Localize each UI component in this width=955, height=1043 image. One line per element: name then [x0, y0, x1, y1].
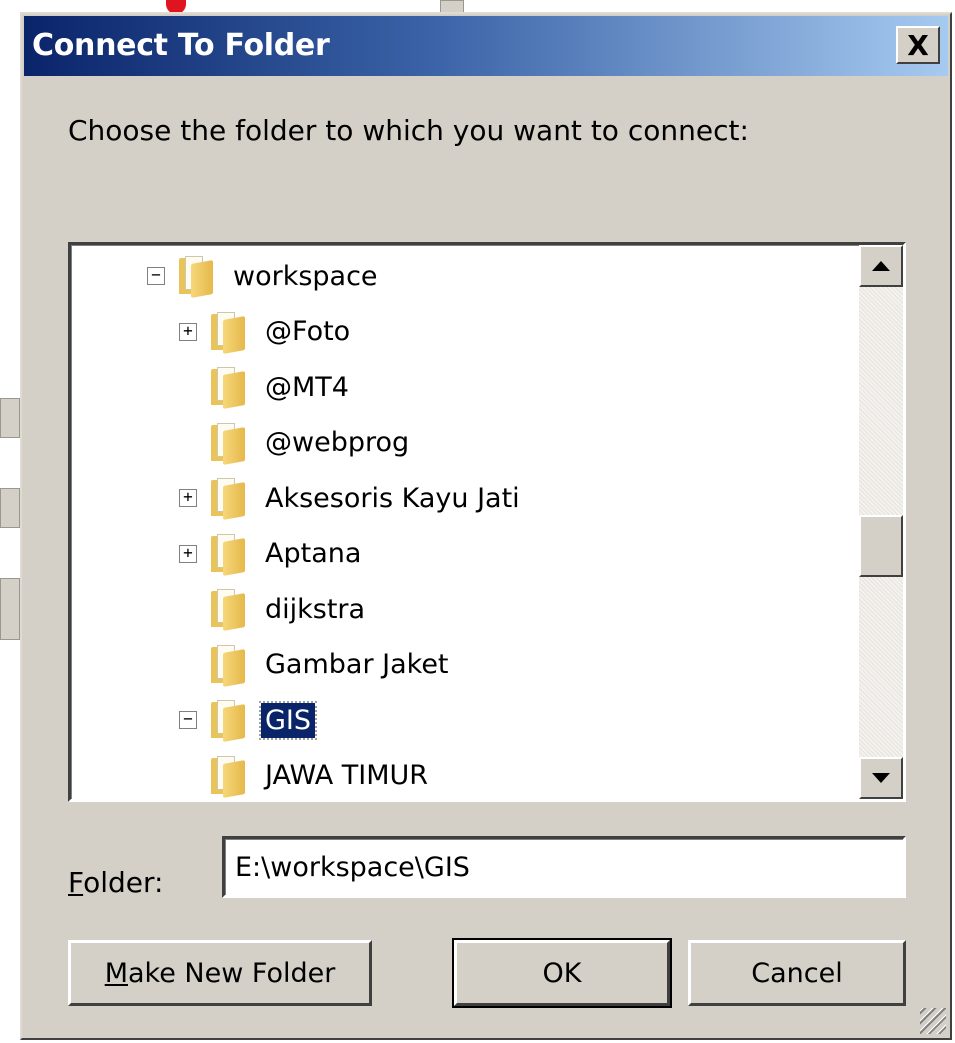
folder-icon: [211, 589, 245, 631]
tree-item-aksesoris-kayu-jati[interactable]: + Aksesoris Kayu Jati: [179, 473, 524, 523]
scroll-up-button[interactable]: [859, 245, 903, 287]
tree-item-label: GIS: [258, 700, 318, 740]
ok-label: OK: [542, 957, 582, 989]
tree-item-webprog[interactable]: @webprog: [179, 418, 413, 468]
tree-item-label: dijkstra: [265, 593, 366, 625]
folder-tree[interactable]: − workspace + @Foto @MT4 @webprog + Aksesoris K…: [68, 242, 906, 802]
make-new-folder-button[interactable]: Make New Folder: [68, 940, 372, 1006]
tree-item-jawa-timur[interactable]: JAWA TIMUR: [211, 751, 432, 800]
dialog-title: Connect To Folder: [32, 28, 330, 63]
folder-icon: [211, 422, 245, 465]
tree-item-dijkstra[interactable]: dijkstra: [179, 584, 369, 634]
expand-icon[interactable]: +: [179, 489, 197, 507]
tree-item-label: JAWA TIMUR: [265, 760, 429, 791]
collapse-icon[interactable]: −: [147, 267, 165, 285]
folder-path-value: E:\workspace\GIS: [235, 851, 470, 883]
title-bar[interactable]: Connect To Folder X: [24, 16, 948, 76]
resize-grip-icon[interactable]: [920, 1008, 946, 1034]
cancel-button[interactable]: Cancel: [688, 940, 906, 1006]
tree-item-gis[interactable]: − GIS: [179, 695, 318, 745]
tree-item-label: Aptana: [265, 538, 362, 569]
folder-label-text: older:: [83, 866, 164, 899]
connect-to-folder-dialog: Connect To Folder X Choose the folder to…: [20, 12, 952, 1040]
folder-icon: [211, 478, 245, 520]
folder-label-access-key: F: [68, 866, 84, 899]
tree-item-workspace[interactable]: − workspace: [147, 251, 382, 301]
folder-icon: [211, 533, 245, 576]
tree-item-label: @webprog: [265, 427, 410, 458]
tree-item-label: @Foto: [265, 316, 351, 347]
make-new-folder-label: ake New Folder: [127, 957, 336, 989]
tree-item-mt4[interactable]: @MT4: [179, 362, 353, 412]
close-button[interactable]: X: [896, 26, 940, 64]
collapse-icon[interactable]: −: [179, 711, 197, 729]
tree-item-label: Gambar Jaket: [265, 649, 449, 680]
tree-item-label: workspace: [233, 260, 378, 292]
expand-icon[interactable]: +: [179, 544, 197, 563]
folder-icon: [211, 367, 245, 409]
folder-icon: [179, 256, 213, 298]
vertical-scrollbar[interactable]: [859, 245, 903, 799]
expand-icon[interactable]: +: [179, 322, 197, 341]
close-icon: X: [907, 28, 929, 62]
down-arrow-icon: [872, 773, 890, 783]
background-button: [0, 578, 20, 640]
tree-item-label: Aksesoris Kayu Jati: [265, 482, 520, 514]
background-button: [0, 398, 20, 438]
instruction-text: Choose the folder to which you want to c…: [68, 114, 749, 147]
scroll-down-button[interactable]: [859, 757, 903, 799]
scroll-thumb[interactable]: [859, 515, 903, 577]
make-new-folder-access-key: M: [104, 957, 128, 989]
tree-item-gambar-jaket[interactable]: Gambar Jaket: [179, 640, 453, 690]
up-arrow-icon: [872, 261, 890, 271]
folder-icon: [211, 311, 245, 354]
folder-icon: [211, 644, 245, 687]
cancel-label: Cancel: [751, 957, 843, 989]
background-button: [0, 488, 20, 528]
tree-item-label: @MT4: [265, 371, 349, 403]
folder-icon: [211, 700, 245, 742]
folder-label: Folder:: [68, 866, 163, 899]
tree-item-aptana[interactable]: + Aptana: [179, 529, 365, 579]
folder-path-input[interactable]: E:\workspace\GIS: [222, 836, 906, 898]
folder-icon: [211, 755, 245, 798]
ok-button[interactable]: OK: [452, 938, 672, 1008]
tree-item-foto[interactable]: + @Foto: [179, 307, 354, 357]
